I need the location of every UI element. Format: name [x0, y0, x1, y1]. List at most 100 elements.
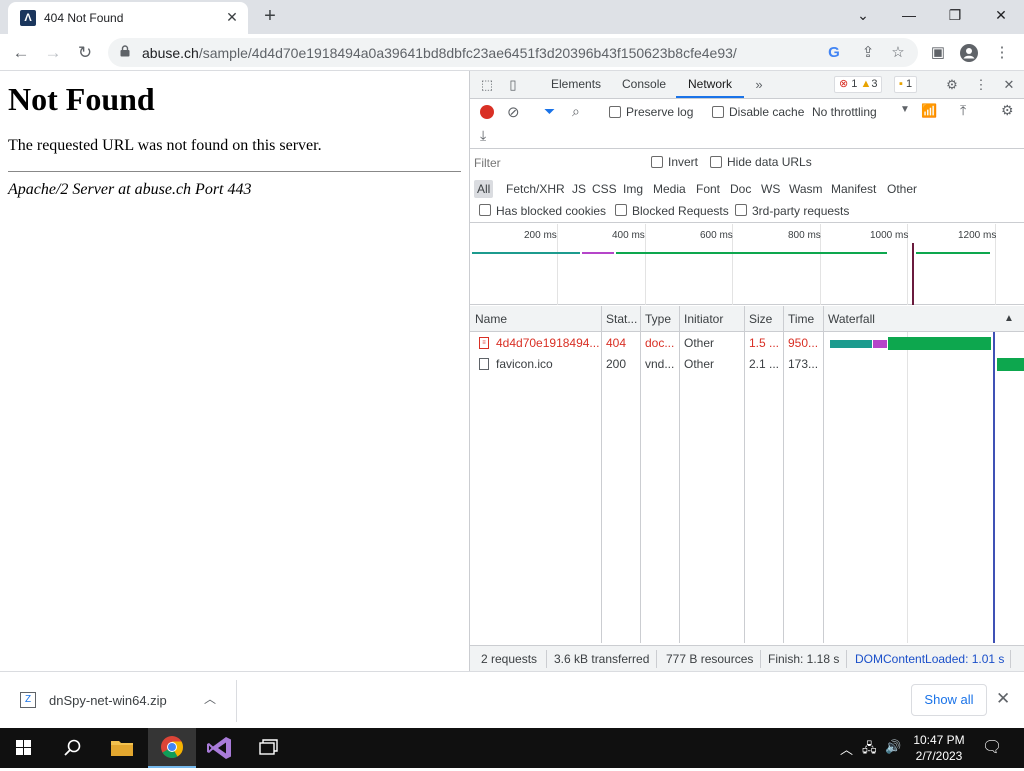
throttling-select[interactable]: No throttling	[812, 105, 877, 119]
minimize-button[interactable]: —	[886, 0, 932, 30]
filter-type-wasm[interactable]: Wasm	[786, 180, 826, 198]
hide-data-urls-checkbox[interactable]	[710, 156, 722, 168]
tab-search-chevron-icon[interactable]: ⌄	[840, 0, 886, 30]
filter-type-manifest[interactable]: Manifest	[828, 180, 879, 198]
device-toolbar-icon[interactable]: ▯	[504, 76, 522, 94]
download-file-name[interactable]: dnSpy-net-win64.zip	[49, 693, 167, 708]
table-row[interactable]: favicon.ico 200 vnd... Other 2.1 ... 173…	[470, 354, 1024, 375]
browser-tab[interactable]: Λ 404 Not Found ✕	[8, 2, 248, 34]
export-har-icon[interactable]: ⤓	[480, 127, 486, 144]
network-settings-icon[interactable]: ⚙	[1001, 102, 1014, 119]
filter-input[interactable]	[474, 154, 634, 172]
search-icon[interactable]: ⌕	[572, 103, 588, 120]
tab-console[interactable]: Console	[622, 77, 666, 91]
blocked-requests-checkbox[interactable]	[615, 204, 627, 216]
profile-avatar-icon[interactable]	[957, 41, 981, 65]
waterfall-bar-ssl	[873, 340, 887, 348]
window-close-button[interactable]: ✕	[978, 0, 1024, 30]
visual-studio-button[interactable]	[196, 728, 244, 768]
show-all-button[interactable]: Show all	[911, 684, 987, 716]
column-initiator[interactable]: Initiator	[684, 312, 723, 326]
issues-badge[interactable]: ▪ 1	[894, 76, 918, 93]
task-view-button[interactable]	[245, 728, 293, 768]
lock-icon[interactable]	[120, 45, 130, 57]
reload-icon[interactable]: ↻	[72, 40, 98, 66]
filter-type-fetch-xhr[interactable]: Fetch/XHR	[503, 180, 568, 198]
blocked-cookies-checkbox[interactable]	[479, 204, 491, 216]
request-status: 200	[606, 357, 627, 371]
forward-arrow-icon[interactable]: →	[40, 40, 66, 66]
network-conditions-icon[interactable]: 📶	[921, 103, 937, 119]
finish-time: Finish: 1.18 s	[768, 652, 840, 666]
column-size[interactable]: Size	[749, 312, 772, 326]
chrome-menu-icon[interactable]: ⋮	[990, 41, 1014, 65]
column-waterfall[interactable]: Waterfall	[828, 312, 875, 326]
column-time[interactable]: Time	[788, 312, 814, 326]
request-table-header: Name Stat... Type Initiator Size Time Wa…	[470, 306, 1024, 332]
sort-ascending-icon[interactable]: ▲	[1004, 313, 1014, 324]
page-title: Not Found	[8, 81, 155, 117]
volume-icon[interactable]: 🔊	[885, 739, 901, 755]
address-bar[interactable]: abuse.ch/sample/4d4d70e1918494a0a39641bd…	[108, 38, 918, 67]
status-divider	[760, 650, 761, 668]
tray-chevron-icon[interactable]: ︿	[840, 739, 853, 758]
filter-type-ws[interactable]: WS	[758, 180, 783, 198]
filter-type-font[interactable]: Font	[693, 180, 723, 198]
filter-type-media[interactable]: Media	[650, 180, 689, 198]
share-icon[interactable]: ⇪	[858, 43, 878, 63]
start-button[interactable]	[0, 728, 48, 768]
new-tab-button[interactable]: +	[258, 5, 282, 29]
hide-data-urls-label: Hide data URLs	[727, 155, 812, 169]
filter-type-css[interactable]: CSS	[589, 180, 620, 198]
side-panel-icon[interactable]: ▣	[926, 41, 950, 65]
request-size: 1.5 ...	[749, 336, 780, 350]
network-icon[interactable]: 🖧	[862, 739, 877, 761]
table-row[interactable]: ≡ 4d4d70e1918494... 404 doc... Other 1.5…	[470, 333, 1024, 354]
devtools-menu-icon[interactable]: ⋮	[972, 76, 990, 94]
restore-button[interactable]: ❐	[932, 0, 978, 30]
download-options-chevron-icon[interactable]: ︿	[204, 690, 216, 707]
request-table: Name Stat... Type Initiator Size Time Wa…	[470, 306, 1024, 643]
bookmark-star-icon[interactable]: ☆	[888, 43, 908, 63]
inspect-element-icon[interactable]: ⬚	[478, 76, 496, 94]
filter-type-img[interactable]: Img	[620, 180, 646, 198]
filter-type-other[interactable]: Other	[884, 180, 920, 198]
google-lens-icon[interactable]: G	[824, 43, 844, 63]
record-icon[interactable]	[480, 105, 494, 119]
filter-type-doc[interactable]: Doc	[727, 180, 754, 198]
chrome-taskbar-button[interactable]	[148, 728, 196, 768]
network-overview[interactable]: 200 ms 400 ms 600 ms 800 ms 1000 ms 1200…	[470, 224, 1024, 305]
status-divider	[846, 650, 847, 668]
search-button[interactable]	[48, 728, 96, 768]
disable-cache-checkbox[interactable]	[712, 106, 724, 118]
url-text[interactable]: abuse.ch/sample/4d4d70e1918494a0a39641bd…	[142, 45, 737, 61]
notifications-icon[interactable]: 🗨	[982, 737, 1002, 757]
third-party-checkbox[interactable]	[735, 204, 747, 216]
clear-icon[interactable]: ⊘	[507, 103, 523, 121]
file-explorer-button[interactable]	[98, 728, 146, 768]
throttling-dropdown-icon[interactable]: ▼	[900, 104, 910, 115]
column-status[interactable]: Stat...	[606, 312, 637, 326]
import-har-icon[interactable]: ⤒	[960, 102, 966, 119]
error-warning-badge[interactable]: ⊗ 1 ▲3	[834, 76, 883, 93]
filter-type-all[interactable]: All	[474, 180, 494, 198]
divider	[8, 171, 461, 172]
tab-close-icon[interactable]: ✕	[224, 9, 240, 25]
tab-network[interactable]: Network	[688, 77, 732, 91]
column-name[interactable]: Name	[475, 312, 507, 326]
page-content: Not Found The requested URL was not foun…	[0, 71, 469, 671]
column-type[interactable]: Type	[645, 312, 671, 326]
filter-type-js[interactable]: JS	[569, 180, 589, 198]
tab-elements[interactable]: Elements	[551, 77, 601, 91]
system-clock[interactable]: 10:47 PM 2/7/2023	[904, 732, 974, 764]
devtools-close-icon[interactable]: ✕	[1000, 76, 1018, 94]
shelf-close-icon[interactable]: ✕	[996, 689, 1010, 709]
devtools-settings-icon[interactable]: ⚙	[943, 76, 961, 94]
filter-icon[interactable]: ⏷	[544, 103, 560, 120]
waterfall-bar-favicon	[997, 358, 1024, 371]
preserve-log-checkbox[interactable]	[609, 106, 621, 118]
invert-checkbox[interactable]	[651, 156, 663, 168]
more-tabs-icon[interactable]: »	[750, 76, 768, 94]
windows-taskbar: ︿ 🖧 🔊 10:47 PM 2/7/2023 🗨	[0, 728, 1024, 768]
back-arrow-icon[interactable]: ←	[8, 40, 34, 66]
